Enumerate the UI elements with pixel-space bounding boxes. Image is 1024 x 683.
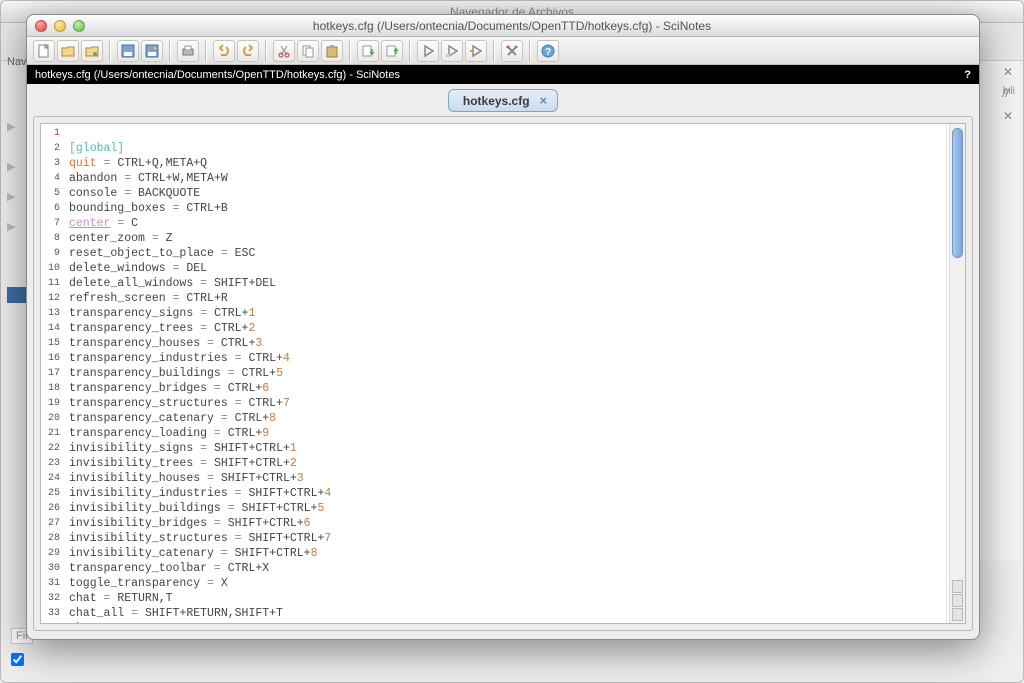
close-tab-icon[interactable]: × <box>540 93 548 108</box>
dock-title: hotkeys.cfg (/Users/ontecnia/Documents/O… <box>35 69 400 81</box>
redo-button[interactable] <box>237 40 259 62</box>
find-down-button[interactable] <box>357 40 379 62</box>
file-tab[interactable]: hotkeys.cfg × <box>448 89 558 112</box>
tab-label: hotkeys.cfg <box>463 94 530 108</box>
undo-button[interactable] <box>213 40 235 62</box>
vertical-scrollbar[interactable] <box>949 124 965 623</box>
help-button[interactable]: ? <box>537 40 559 62</box>
scinotes-window: hotkeys.cfg (/Users/ontecnia/Documents/O… <box>26 14 980 640</box>
triangle-icon: ▶ <box>7 160 15 173</box>
traffic-lights <box>35 20 85 32</box>
zoom-window-button[interactable] <box>73 20 85 32</box>
triangle-icon: ▶ <box>7 190 15 203</box>
window-title: hotkeys.cfg (/Users/ontecnia/Documents/O… <box>85 19 939 33</box>
open-file-button[interactable] <box>57 40 79 62</box>
dock-help-icon[interactable]: ? <box>964 69 971 81</box>
find-up-button[interactable] <box>381 40 403 62</box>
vertical-ruler <box>946 124 947 623</box>
triangle-icon: ▶ <box>7 120 15 133</box>
bg-right-panel: // <box>979 61 1019 561</box>
close-window-button[interactable] <box>35 20 47 32</box>
scrollbar-arrow-up-icon[interactable] <box>952 594 963 607</box>
bg-label: bili <box>1003 86 1015 97</box>
svg-text:?: ? <box>545 47 551 58</box>
preferences-button[interactable] <box>501 40 523 62</box>
run-into-button[interactable] <box>441 40 463 62</box>
paste-button[interactable] <box>321 40 343 62</box>
cut-button[interactable] <box>273 40 295 62</box>
line-number-gutter: 1234567891011121314151617181920212223242… <box>41 124 65 623</box>
scrollbar-arrow-down-icon[interactable] <box>952 608 963 621</box>
bg-bottom-panel: Fil <box>7 636 1017 676</box>
new-file-button[interactable] <box>33 40 55 62</box>
save-button[interactable] <box>117 40 139 62</box>
code-area[interactable]: [global] quit = CTRL+Q,META+Q abandon = … <box>65 124 949 623</box>
editor-frame: 1234567891011121314151617181920212223242… <box>33 116 973 631</box>
copy-button[interactable] <box>297 40 319 62</box>
bg-pin-icon: ✕ <box>1003 109 1013 123</box>
bg-checkbox[interactable] <box>11 653 24 666</box>
bg-nav-label: Nav <box>7 56 27 68</box>
bg-pin-icon: ✕ <box>1003 65 1013 79</box>
run-button[interactable] <box>417 40 439 62</box>
minimize-window-button[interactable] <box>54 20 66 32</box>
print-button[interactable] <box>177 40 199 62</box>
tab-row: hotkeys.cfg × <box>27 84 979 112</box>
titlebar[interactable]: hotkeys.cfg (/Users/ontecnia/Documents/O… <box>27 15 979 37</box>
triangle-icon: ▶ <box>7 220 15 233</box>
toolbar: ? <box>27 37 979 65</box>
scrollbar-arrow-up-icon[interactable] <box>952 580 963 593</box>
scrollbar-thumb[interactable] <box>952 128 963 258</box>
dock-title-bar[interactable]: hotkeys.cfg (/Users/ontecnia/Documents/O… <box>27 65 979 84</box>
open-folder-button[interactable] <box>81 40 103 62</box>
text-editor[interactable]: 1234567891011121314151617181920212223242… <box>40 123 966 624</box>
run-step-button[interactable] <box>465 40 487 62</box>
save-as-button[interactable] <box>141 40 163 62</box>
